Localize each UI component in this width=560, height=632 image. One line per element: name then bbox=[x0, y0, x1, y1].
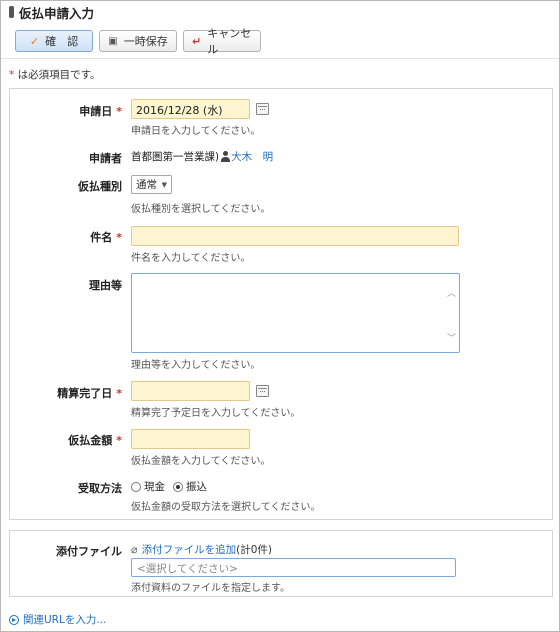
application-date-input[interactable]: 2016/12/28 (水) bbox=[131, 99, 250, 119]
subject-label: 件名 * bbox=[90, 229, 122, 245]
subject-hint: 件名を入力してください。 bbox=[131, 253, 251, 264]
payment-type-hint: 仮払種別を選択してください。 bbox=[131, 204, 271, 215]
amount-label-text: 仮払金額 bbox=[68, 434, 113, 447]
required-note-text: は必須項目です。 bbox=[17, 69, 101, 81]
settlement-date-label-text: 精算完了日 bbox=[57, 387, 113, 400]
floppy-disk-icon: ▣ bbox=[108, 35, 118, 47]
payment-type-label: 仮払種別 bbox=[78, 180, 122, 193]
receive-method-radios: 現金 振込 bbox=[131, 479, 207, 494]
required-asterisk: * bbox=[116, 387, 122, 400]
receive-method-label: 受取方法 bbox=[78, 482, 122, 495]
reason-textarea[interactable]: ︿ ﹀ bbox=[131, 273, 460, 353]
scroll-up-icon[interactable]: ︿ bbox=[447, 286, 456, 299]
application-date-label-text: 申請日 bbox=[79, 105, 113, 118]
application-date-label: 申請日 * bbox=[79, 103, 122, 119]
attachment-add-row: ⌀ 添付ファイルを追加 (計0件) bbox=[131, 542, 272, 557]
confirm-button[interactable]: ✓ 確 認 bbox=[15, 30, 93, 52]
related-url-row[interactable]: 関連URLを入力... bbox=[9, 612, 106, 627]
payment-type-selected: 通常 bbox=[136, 179, 157, 191]
calendar-icon[interactable] bbox=[256, 103, 269, 115]
person-icon bbox=[221, 151, 231, 162]
receive-method-hint: 仮払金額の受取方法を選択してください。 bbox=[131, 502, 321, 513]
circle-arrow-icon bbox=[9, 614, 19, 625]
related-url-link[interactable]: 関連URLを入力... bbox=[23, 612, 106, 627]
cancel-button-label: キャンセル bbox=[207, 27, 252, 56]
temp-save-button[interactable]: ▣ 一時保存 bbox=[99, 30, 177, 52]
required-asterisk: * bbox=[116, 105, 122, 118]
radio-cash-label: 現金 bbox=[144, 481, 165, 493]
check-icon: ✓ bbox=[29, 34, 40, 48]
dropdown-arrow-icon: ▼ bbox=[161, 180, 167, 189]
payment-type-select[interactable]: 通常 ▼ bbox=[131, 175, 172, 194]
radio-transfer[interactable] bbox=[173, 481, 183, 492]
attachment-hint: 添付資料のファイルを指定します。 bbox=[131, 583, 290, 594]
title-bar: 仮払申請入力 bbox=[1, 1, 559, 23]
required-note: * は必須項目です。 bbox=[9, 67, 101, 82]
attachment-select-field[interactable]: <選択してください> bbox=[131, 558, 456, 577]
page-title: 仮払申請入力 bbox=[19, 5, 95, 21]
settlement-date-hint: 精算完了予定日を入力してください。 bbox=[131, 408, 301, 419]
settlement-date-label: 精算完了日 * bbox=[57, 385, 122, 401]
scroll-down-icon[interactable]: ﹀ bbox=[447, 331, 456, 344]
reason-label: 理由等 bbox=[89, 279, 122, 292]
amount-hint: 仮払金額を入力してください。 bbox=[131, 456, 271, 467]
applicant-department: 首都圏第一営業課) bbox=[131, 151, 220, 163]
add-attachment-link[interactable]: 添付ファイルを追加 bbox=[142, 542, 237, 557]
calendar-icon[interactable] bbox=[256, 385, 269, 397]
subject-input[interactable] bbox=[131, 226, 459, 246]
radio-cash[interactable] bbox=[131, 481, 141, 492]
application-form-window: 仮払申請入力 ✓ 確 認 ▣ 一時保存 ↵ キャンセル * は必須項目です。 申… bbox=[0, 0, 560, 632]
cancel-button[interactable]: ↵ キャンセル bbox=[183, 27, 261, 56]
applicant-label: 申請者 bbox=[89, 152, 122, 165]
reason-hint: 理由等を入力してください。 bbox=[131, 360, 261, 371]
required-asterisk: * bbox=[116, 434, 122, 447]
return-arrow-icon: ↵ bbox=[192, 34, 202, 48]
toolbar: ✓ 確 認 ▣ 一時保存 ↵ キャンセル bbox=[15, 27, 261, 56]
amount-input[interactable] bbox=[131, 429, 250, 449]
settlement-date-input[interactable] bbox=[131, 381, 250, 401]
radio-transfer-label: 振込 bbox=[186, 481, 207, 493]
amount-label: 仮払金額 * bbox=[68, 432, 122, 448]
confirm-button-label: 確 認 bbox=[45, 35, 79, 48]
toolbar-divider bbox=[1, 58, 559, 59]
required-asterisk: * bbox=[9, 69, 15, 81]
paperclip-icon: ⌀ bbox=[131, 543, 138, 556]
attachment-count: (計0件) bbox=[236, 544, 272, 556]
temp-save-button-label: 一時保存 bbox=[123, 35, 168, 48]
applicant-name-link[interactable]: 大木 明 bbox=[231, 149, 273, 164]
subject-label-text: 件名 bbox=[90, 231, 113, 244]
application-date-hint: 申請日を入力してください。 bbox=[131, 126, 261, 137]
title-marker-icon bbox=[9, 6, 14, 18]
attachment-label: 添付ファイル bbox=[56, 545, 122, 558]
applicant-value: 首都圏第一営業課) 大木 明 bbox=[131, 149, 273, 164]
required-asterisk: * bbox=[116, 231, 122, 244]
